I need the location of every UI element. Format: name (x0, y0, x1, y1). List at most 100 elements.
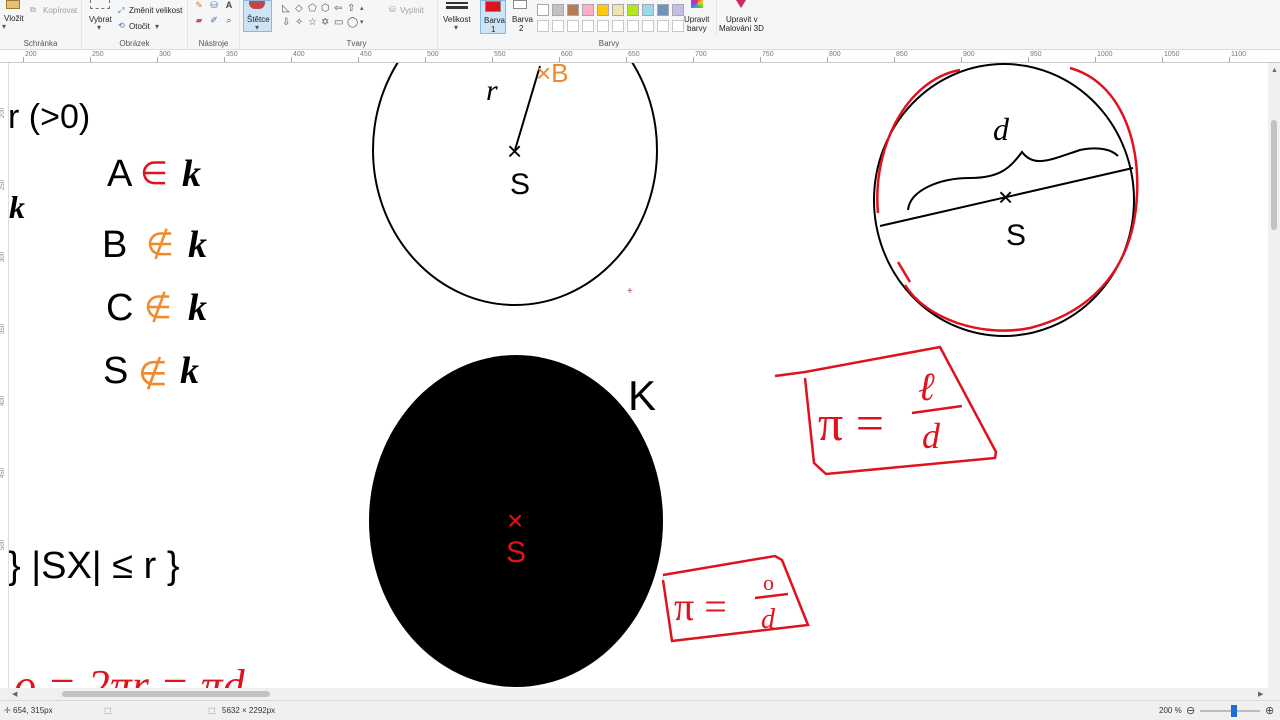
resize-icon: ⤢ (118, 6, 125, 15)
left-arrow-shape-icon[interactable]: ⇦ (334, 4, 342, 14)
scroll-left-icon[interactable]: ◀ (12, 690, 17, 698)
shapes-scroll-down-icon[interactable]: ▾ (360, 18, 364, 28)
ruler-label: 400 (293, 51, 305, 58)
star-shape-icon[interactable]: ☆ (308, 18, 317, 28)
paste-dropdown-icon[interactable]: ▾ (2, 22, 6, 31)
palette-swatch[interactable] (627, 4, 639, 16)
text-center-S3: S (506, 536, 526, 569)
fill-icon: ⛁ (389, 5, 396, 14)
palette-swatch[interactable] (582, 4, 594, 16)
vruler-label: 350 (0, 323, 6, 334)
select-dropdown-icon[interactable]: ▾ (97, 23, 101, 32)
palette-swatch[interactable] (537, 4, 549, 16)
text-pi-formula-den: d (922, 416, 941, 456)
palette-swatch-empty[interactable] (537, 20, 549, 32)
text-tool-icon[interactable]: A (224, 0, 234, 10)
canvas-drawing: r (>0) A ∈ k B ∉ k C ∉ k S ∉ k k } |SX| … (9, 63, 1139, 688)
right-triangle-shape-icon[interactable]: ◺ (282, 4, 290, 14)
size-dropdown-icon: ▾ (454, 23, 459, 32)
vertical-scroll-thumb[interactable] (1271, 120, 1277, 230)
resize-button[interactable]: Změnit velikost (129, 6, 182, 15)
text-k3: k (188, 287, 207, 329)
palette-swatch[interactable] (597, 4, 609, 16)
zoom-slider-thumb[interactable] (1231, 705, 1237, 717)
fill-bucket-icon[interactable]: ⛁ (209, 0, 219, 10)
vruler-label: 250 (0, 179, 6, 190)
palette-swatch-empty[interactable] (657, 20, 669, 32)
color-wheel-icon (691, 0, 703, 8)
text-label-K: K (628, 372, 656, 419)
palette-swatch-empty[interactable] (627, 20, 639, 32)
rotate-button[interactable]: Otočit (129, 22, 150, 31)
palette-swatch[interactable] (552, 4, 564, 16)
paste-button[interactable]: Vložit (4, 14, 24, 23)
ruler-label: 700 (695, 51, 707, 58)
down-arrow-shape-icon[interactable]: ⇩ (282, 18, 290, 28)
palette-swatch-empty[interactable] (552, 20, 564, 32)
pentagon-shape-icon[interactable]: ⬠ (308, 4, 317, 14)
rotate-dropdown-icon[interactable]: ▾ (155, 22, 159, 31)
ruler-label: 600 (561, 51, 573, 58)
callout-shape-icon[interactable]: ▭ (334, 18, 343, 28)
zoom-slider[interactable] (1200, 710, 1260, 712)
ruler-tick (492, 57, 493, 62)
ruler-label: 800 (829, 51, 841, 58)
copy-button[interactable]: Kopírovat (43, 6, 77, 15)
palette-swatch-empty[interactable] (567, 20, 579, 32)
brush-icon (249, 1, 265, 9)
palette-swatch-empty[interactable] (582, 20, 594, 32)
shapes-scroll-up-icon[interactable]: ▴ (360, 4, 364, 14)
pencil-icon[interactable]: ✎ (194, 0, 204, 10)
palette-swatch-empty[interactable] (642, 20, 654, 32)
palette-swatch[interactable] (612, 4, 624, 16)
up-arrow-shape-icon[interactable]: ⇧ (347, 4, 355, 14)
color2-button[interactable]: Barva 2 (509, 0, 535, 34)
text-A: A (107, 153, 133, 195)
palette-swatch[interactable] (642, 4, 654, 16)
size-button[interactable]: Velikost ▾ (440, 0, 476, 34)
horizontal-scrollbar[interactable]: ◀ ▶ (0, 688, 1268, 700)
color2-label: Barva (512, 15, 533, 24)
text-pi-formula-left: π = (818, 395, 884, 451)
text-r-gt-zero: r (>0) (9, 98, 90, 136)
color1-button[interactable]: Barva 1 (480, 0, 506, 34)
brushes-button[interactable]: Štětce ▾ (243, 0, 272, 32)
horizontal-scroll-thumb[interactable] (62, 691, 270, 697)
ruler-tick (1028, 57, 1029, 62)
colors-group-label: Barvy (598, 39, 620, 48)
ruler-tick (358, 57, 359, 62)
palette-swatch-empty[interactable] (597, 20, 609, 32)
vertical-scrollbar[interactable]: ▲ (1268, 63, 1280, 688)
palette-swatch[interactable] (657, 4, 669, 16)
ruler-tick (559, 57, 560, 62)
ruler-label: 650 (628, 51, 640, 58)
color-picker-icon[interactable]: ✐ (209, 15, 219, 25)
fill-button[interactable]: Vyplnit (400, 6, 424, 15)
scroll-right-icon[interactable]: ▶ (1258, 690, 1263, 698)
ruler-tick (827, 57, 828, 62)
text-partial-k: k (9, 189, 25, 225)
four-point-star-shape-icon[interactable]: ✧ (295, 18, 303, 28)
oval-callout-shape-icon[interactable]: ◯ (347, 18, 358, 28)
ruler-label: 1050 (1164, 51, 1180, 58)
ruler-label: 500 (427, 51, 439, 58)
six-point-star-shape-icon[interactable]: ✡ (321, 18, 329, 28)
diamond-shape-icon[interactable]: ◇ (295, 4, 303, 14)
ruler-label: 1100 (1231, 51, 1247, 58)
ruler-label: 550 (494, 51, 506, 58)
palette-swatch-empty[interactable] (612, 20, 624, 32)
zoom-in-icon[interactable]: ⊕ (1265, 704, 1274, 717)
not-element-symbol-b: ∉ (146, 226, 174, 262)
palette-swatch[interactable] (567, 4, 579, 16)
hexagon-shape-icon[interactable]: ⬡ (321, 4, 330, 14)
edit-colors-button[interactable]: Upravit barvy (683, 0, 713, 36)
drawing-canvas[interactable]: r (>0) A ∈ k B ∉ k C ∉ k S ∉ k k } |SX| … (9, 63, 1268, 688)
text-pi-small-den: d (761, 604, 776, 635)
eraser-icon[interactable]: ▰ (194, 15, 204, 25)
scroll-up-icon[interactable]: ▲ (1271, 67, 1278, 74)
magnifier-icon[interactable]: ⌕ (224, 15, 234, 25)
text-center-S1: S (510, 168, 530, 201)
ruler-label: 750 (762, 51, 774, 58)
zoom-out-icon[interactable]: ⊖ (1186, 704, 1195, 717)
paint3d-button[interactable]: Upravit v Malování 3D (716, 0, 768, 36)
